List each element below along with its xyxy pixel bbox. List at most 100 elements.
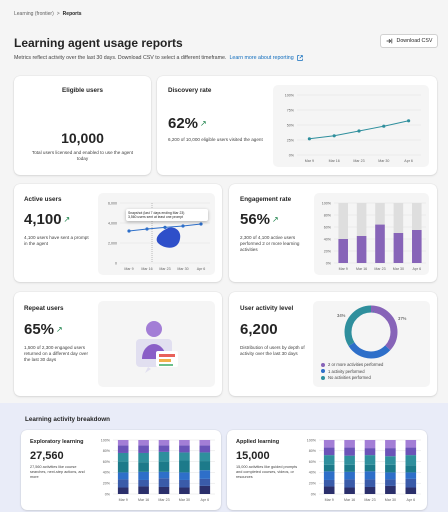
y-tick-label: 80% bbox=[103, 449, 111, 453]
bar-segment bbox=[117, 461, 129, 473]
bar-segment bbox=[344, 464, 355, 472]
repeat-illustration-area bbox=[98, 301, 215, 387]
bar-segment bbox=[179, 472, 190, 480]
y-tick-label: 0% bbox=[105, 492, 111, 496]
bar bbox=[356, 236, 367, 263]
bar-segment bbox=[158, 440, 170, 446]
x-tick-label: Mar 30 bbox=[177, 267, 188, 271]
bar-segment bbox=[385, 485, 396, 494]
bar-segment bbox=[385, 472, 396, 480]
bar-segment bbox=[138, 445, 149, 453]
engagement-bar-chart: 0% 20% 40% 60% 80% 100% Mar 9 Mar 16 Mar 23 Mar 3… bbox=[322, 201, 426, 271]
tooltip-line-2: 3,560 users sent at least one prompt bbox=[128, 215, 184, 219]
bar-segment bbox=[344, 479, 355, 488]
exploratory-title: Exploratory learning bbox=[30, 439, 84, 445]
active-line-chart: 0 2,000 4,000 6,000 Mar 9 Mar 16 Mar 23 Mar 30 A… bbox=[108, 201, 210, 271]
bar-segment bbox=[323, 479, 335, 487]
discovery-rate-value: 62% bbox=[168, 115, 199, 132]
x-tick-label: Mar 9 bbox=[119, 498, 128, 502]
bar-segment bbox=[138, 486, 149, 494]
y-tick-label: 80% bbox=[309, 449, 317, 453]
page-title: Learning agent usage reports bbox=[14, 36, 183, 50]
bar-segment bbox=[179, 479, 190, 488]
learning-activity-title: Learning activity breakdown bbox=[25, 416, 111, 423]
bar-segment bbox=[405, 455, 417, 466]
arrow-up-right-icon: ↗ bbox=[56, 325, 63, 334]
x-tick-label: Mar 16 bbox=[356, 267, 367, 271]
applied-desc: 15,000 activities like guided prompts an… bbox=[236, 465, 298, 479]
data-point bbox=[382, 124, 386, 128]
x-tick-label: Mar 30 bbox=[393, 267, 404, 271]
legend-swatch bbox=[321, 362, 325, 367]
active-users-desc: 4,100 users have sent a prompt in the ag… bbox=[24, 235, 89, 247]
data-point bbox=[181, 224, 185, 228]
bar-segment bbox=[158, 471, 170, 479]
y-tick-label: 50% bbox=[287, 123, 295, 127]
y-tick-label: 60% bbox=[324, 225, 332, 229]
slice-label: 34% bbox=[337, 313, 346, 318]
discovery-line-chart: 0% 25% 50% 75% 100% Mar 9 Mar 16 Mar 23 Mar 30 Ap… bbox=[285, 93, 421, 163]
active-chart-area: 0 2,000 4,000 6,000 Mar 9 Mar 16 Mar 23 Mar 30 A… bbox=[98, 193, 215, 275]
bar-segment bbox=[405, 440, 417, 448]
hover-cursor-blob bbox=[156, 227, 181, 248]
learn-more-link[interactable]: Learn more about reporting bbox=[229, 55, 293, 61]
bar bbox=[375, 224, 385, 263]
download-csv-button[interactable]: Download CSV bbox=[380, 34, 438, 48]
user-activity-chart-area: 37%29%34% 2 or more activities performed… bbox=[313, 301, 430, 387]
discovery-rate-desc: 6,200 of 10,000 eligible users visited t… bbox=[168, 137, 263, 142]
bar-segment bbox=[364, 440, 376, 449]
bar-segment bbox=[179, 452, 190, 461]
bar-segment bbox=[405, 447, 417, 456]
bar-segment bbox=[199, 452, 211, 462]
chart-tooltip: Snapshot (last 7 days ending Mar 23) 3,5… bbox=[126, 209, 208, 221]
chevron-right-icon: > bbox=[56, 11, 60, 17]
y-tick-label: 0% bbox=[289, 153, 295, 157]
x-tick-label: Apr 6 bbox=[201, 498, 210, 502]
y-tick-label: 40% bbox=[309, 471, 317, 475]
bar-segment bbox=[364, 486, 376, 494]
bar-segment bbox=[179, 460, 190, 473]
bar-segment bbox=[117, 445, 129, 453]
repeat-users-metric: 65% ↗ bbox=[24, 321, 63, 338]
engagement-rate-card: Engagement rate 56% ↗ 2,300 of 4,100 act… bbox=[229, 184, 437, 282]
repeat-users-desc: 1,500 of 2,300 engaged users returned on… bbox=[24, 345, 89, 363]
y-tick-label: 20% bbox=[103, 482, 111, 486]
bar-segment bbox=[138, 440, 149, 446]
x-tick-label: Mar 23 bbox=[353, 159, 364, 163]
x-tick-label: Apr 6 bbox=[407, 498, 416, 502]
bar-segment bbox=[405, 478, 417, 488]
data-point bbox=[145, 227, 149, 231]
y-tick-label: 0 bbox=[115, 261, 117, 265]
bar-segment bbox=[158, 486, 170, 494]
donut-legend: 2 or more activities performed 1 activit… bbox=[321, 362, 383, 382]
legend-label: No activities performed bbox=[328, 375, 371, 380]
breadcrumb-item-learning[interactable]: Learning (frontier) bbox=[14, 11, 54, 17]
external-link-icon bbox=[296, 55, 303, 61]
data-point bbox=[332, 134, 336, 138]
x-tick-label: Mar 16 bbox=[329, 159, 340, 163]
y-tick-label: 20% bbox=[324, 249, 332, 253]
x-tick-label: Mar 9 bbox=[325, 498, 334, 502]
breadcrumb-item-reports: Reports bbox=[62, 11, 82, 17]
applied-stacked-chart: 0% 20% 40% 60% 80% 100% Mar 9 Mar 16 Mar 23 Mar 3… bbox=[307, 438, 421, 502]
y-tick-label: 60% bbox=[103, 460, 111, 464]
repeat-users-card: Repeat users 65% ↗ 1,500 of 2,300 engage… bbox=[14, 292, 222, 396]
data-point bbox=[307, 137, 311, 141]
learning-activity-section: Learning activity breakdown Exploratory … bbox=[0, 403, 448, 512]
page-subtitle: Metrics reflect activity over the last 3… bbox=[14, 55, 303, 61]
bar-segment bbox=[158, 461, 170, 472]
discovery-rate-card: Discovery rate 62% ↗ 6,200 of 10,000 eli… bbox=[157, 76, 437, 175]
discovery-rate-metric: 62% ↗ bbox=[168, 115, 207, 132]
x-tick-label: Mar 23 bbox=[158, 498, 169, 502]
applied-learning-card: Applied learning 15,000 15,000 activitie… bbox=[227, 430, 427, 510]
bar-segment bbox=[158, 478, 170, 487]
legend-label: 1 activity performed bbox=[328, 368, 365, 374]
x-tick-label: Mar 30 bbox=[385, 498, 396, 502]
x-tick-label: Mar 16 bbox=[138, 498, 149, 502]
bar-segment bbox=[138, 471, 149, 480]
arrow-up-right-icon: ↗ bbox=[200, 119, 207, 128]
x-tick-label: Mar 16 bbox=[141, 267, 152, 271]
bar-segment bbox=[364, 464, 376, 472]
eligible-users-card: Eligible users 10,000 Total users licens… bbox=[14, 76, 151, 175]
bar-segment bbox=[117, 440, 129, 446]
